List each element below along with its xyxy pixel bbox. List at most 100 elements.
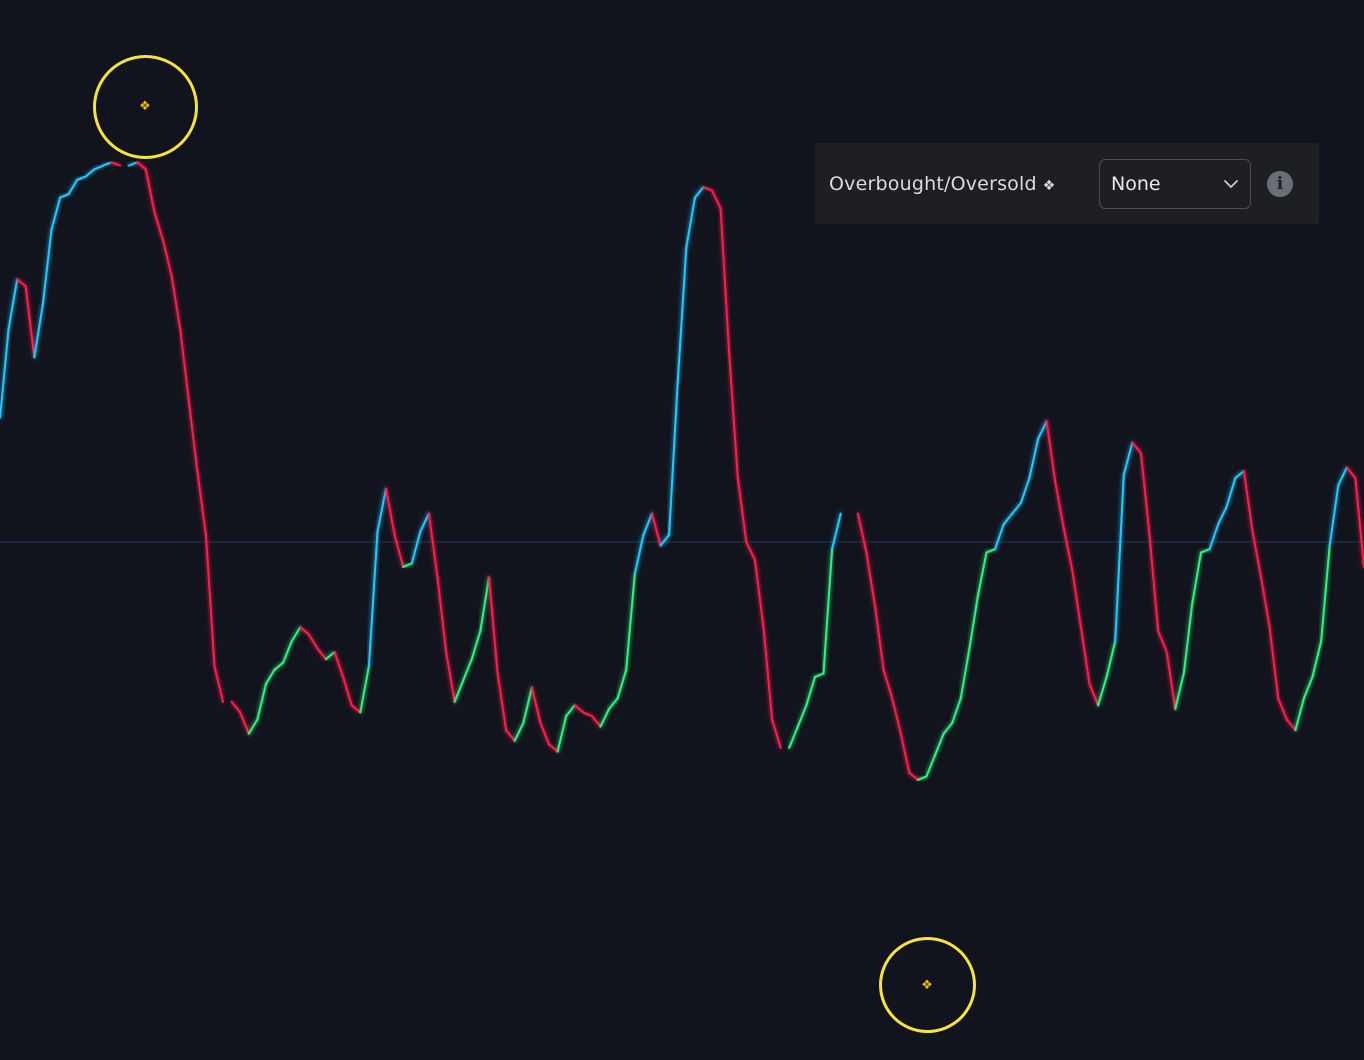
oscillator-segment — [1225, 477, 1237, 508]
select-value: None — [1111, 172, 1161, 195]
oscillator-segment — [445, 651, 456, 703]
oscillator-segment — [7, 278, 19, 330]
oscillator-segment — [1311, 640, 1323, 678]
oscillator-segment — [1302, 675, 1314, 700]
oscillator-segment — [204, 533, 216, 668]
oscillator-segment — [273, 661, 285, 671]
oscillator-segment — [753, 558, 765, 629]
oscillator-segment — [230, 700, 242, 714]
oscillator-segment — [1234, 470, 1245, 480]
oscillator-segment — [1294, 697, 1305, 732]
oscillator-segment — [1122, 441, 1134, 476]
oscillator-segment — [968, 594, 979, 650]
oscillator-segment — [608, 697, 619, 710]
oscillator-segment — [333, 651, 345, 678]
oscillator-segment — [179, 328, 190, 401]
oscillator-segment — [1268, 626, 1280, 700]
chart-viewport[interactable]: ❖ ❖ Overbought/Oversold ❖ None i — [0, 0, 1364, 1060]
oscillator-segment — [1354, 477, 1364, 568]
oscillator-segment — [93, 164, 104, 171]
oscillator-segment — [350, 704, 362, 714]
oscillator-segment — [977, 551, 988, 597]
oscillator-segment — [599, 707, 611, 728]
oscillator-segment — [0, 328, 10, 419]
oscillator-segment — [59, 193, 70, 199]
oscillator-segment — [16, 278, 27, 288]
oscillator-segment — [908, 771, 919, 781]
oscillator-segment — [1054, 480, 1065, 529]
oscillator-segment — [1285, 718, 1297, 732]
oscillator-segment — [290, 626, 302, 643]
oscillator-segment — [736, 477, 748, 543]
oscillator-segment — [342, 675, 353, 707]
oscillator-segment — [505, 729, 516, 742]
oscillator-segment — [1071, 569, 1082, 629]
oscillator-segment — [1037, 420, 1048, 441]
oscillator-segment — [530, 686, 542, 724]
oscillator-segment — [110, 161, 122, 167]
oscillator-segment — [479, 576, 490, 632]
oscillator-segment — [419, 512, 430, 533]
oscillator-segment — [1079, 626, 1091, 685]
oscillator-segment — [1148, 533, 1160, 632]
oscillator-segment — [1062, 526, 1074, 572]
oscillator-segment — [462, 658, 473, 682]
oscillator-segment — [50, 196, 62, 231]
oscillator-segment — [994, 523, 1005, 551]
oscillator-segment — [548, 743, 559, 753]
oscillator-segment — [1140, 452, 1151, 536]
oscillator-segment — [1328, 484, 1340, 547]
oscillator-segment — [659, 533, 671, 547]
oscillator-segment — [676, 246, 688, 384]
oscillator-segment — [582, 711, 593, 717]
oscillator-segment — [1345, 466, 1357, 480]
oscillator-segment — [856, 512, 868, 554]
oscillator-segment — [1028, 438, 1039, 480]
oscillator-segment — [1174, 672, 1185, 710]
oscillator-segment — [144, 168, 156, 213]
oscillator-segment — [1277, 697, 1288, 721]
oscillator-segment — [187, 399, 199, 472]
overbought-oversold-select[interactable]: None — [1099, 158, 1251, 209]
oscillator-segment — [470, 629, 482, 661]
oscillator-segment — [934, 732, 945, 756]
oscillator-segment — [1251, 530, 1263, 579]
oscillator-segment — [959, 647, 971, 700]
oscillator-segment — [1165, 651, 1177, 710]
oscillator-segment — [282, 640, 293, 664]
oversold-signal-icon: ❖ — [921, 978, 933, 993]
oscillator-segment — [865, 551, 876, 607]
oscillator-segment — [1019, 477, 1031, 504]
oscillator-segment — [788, 725, 799, 749]
oscillator-segment — [307, 633, 319, 650]
oscillator-segment — [153, 210, 164, 242]
oscillator-segment — [247, 718, 259, 735]
oscillator-segment — [899, 732, 911, 774]
oscillator-segment — [985, 548, 997, 554]
overbought-signal-icon: ❖ — [139, 99, 151, 114]
oscillator-segment — [299, 626, 310, 636]
oscillator-segment — [1114, 473, 1125, 643]
oscillator-segment — [436, 576, 448, 653]
oscillator-segment — [951, 697, 962, 724]
oscillator-segment — [590, 715, 602, 728]
oscillator-segment — [213, 665, 224, 703]
oscillator-segment — [1088, 683, 1100, 707]
oscillator-segment — [625, 573, 636, 671]
oscillator-segment — [822, 548, 834, 675]
setting-label: Overbought/Oversold ❖ — [829, 173, 1099, 195]
oscillator-segment — [196, 470, 207, 536]
overbought-oversold-settings: Overbought/Oversold ❖ None i — [815, 143, 1319, 224]
oscillator-segment — [719, 207, 731, 355]
oscillator-segment — [616, 668, 628, 700]
oscillator-segment — [874, 604, 885, 671]
oscillator-segment — [1105, 640, 1117, 678]
oscillator-segment — [1191, 551, 1202, 604]
oscillator-segment — [745, 541, 756, 561]
info-icon[interactable]: i — [1267, 170, 1293, 197]
oscillator-segment — [1045, 420, 1057, 483]
oscillator-segment — [642, 512, 653, 536]
oscillator-segment — [67, 178, 79, 196]
oscillator-segment — [522, 686, 533, 724]
oscillator-segment — [1337, 466, 1348, 487]
